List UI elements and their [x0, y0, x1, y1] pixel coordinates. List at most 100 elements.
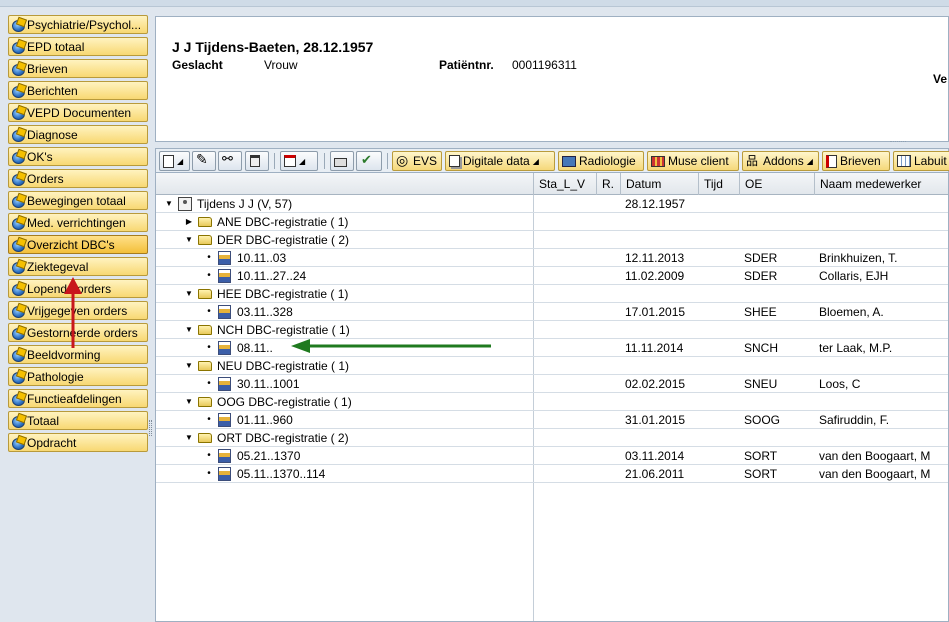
column-header-tijd[interactable]: Tijd [698, 173, 739, 195]
header-right-truncated-text: Ve [933, 72, 948, 86]
collapse-caret-icon[interactable]: ▼ [164, 195, 174, 213]
collapse-caret-icon[interactable]: ▼ [184, 357, 194, 375]
nav-item-functieafdelingen[interactable]: Functieafdelingen [8, 389, 148, 408]
nav-item-ziektegeval[interactable]: Ziektegeval [8, 257, 148, 276]
collapse-caret-icon[interactable]: ▼ [184, 285, 194, 303]
tree-row[interactable]: ▼ NCH DBC-registratie ( 1) [156, 321, 948, 339]
cell-oe: SDER [744, 251, 778, 265]
patient-number-value: 0001196311 [512, 58, 577, 72]
nav-item-label: Overzicht DBC's [27, 237, 115, 252]
print-button[interactable] [330, 151, 354, 171]
leaf-bullet-icon: • [207, 270, 211, 281]
globe-icon [11, 194, 26, 208]
tree-row[interactable]: ▼ ORT DBC-registratie ( 2) [156, 429, 948, 447]
nav-item-totaal[interactable]: Totaal [8, 411, 148, 430]
nav-splitter-handle[interactable] [149, 420, 152, 436]
check-button[interactable] [356, 151, 382, 171]
tree-node-label: DER DBC-registratie ( 2) [217, 233, 350, 247]
nav-item-label: Totaal [27, 413, 60, 428]
tree-node-label: HEE DBC-registratie ( 1) [217, 287, 349, 301]
muse-client-button[interactable]: Muse client [647, 151, 739, 171]
radiologie-label: Radiologie [579, 154, 636, 168]
nav-item-bewegingen-totaal[interactable]: Bewegingen totaal [8, 191, 148, 210]
column-header-r[interactable]: R. [596, 173, 620, 195]
collapse-caret-icon[interactable]: ▼ [184, 321, 194, 339]
collapse-caret-icon[interactable]: ▼ [184, 429, 194, 447]
document-icon [163, 154, 174, 168]
nav-item-brieven[interactable]: Brieven [8, 59, 148, 78]
column-header-sta-l-v[interactable]: Sta_L_V [533, 173, 596, 195]
nav-item-label: Gestorneerde orders [27, 325, 138, 340]
nav-item-ok-s[interactable]: OK's [8, 147, 148, 166]
folder-open-icon [198, 235, 212, 245]
nav-item-orders[interactable]: Orders [8, 169, 148, 188]
nav-item-beeldvorming[interactable]: Beeldvorming [8, 345, 148, 364]
nav-item-psychiatrie-psychol[interactable]: Psychiatrie/Psychol... [8, 15, 148, 34]
radiologie-button[interactable]: Radiologie [558, 151, 644, 171]
expand-caret-icon[interactable]: ▶ [184, 213, 194, 231]
delete-button[interactable] [245, 151, 269, 171]
labuit-button[interactable]: Labuit [893, 151, 949, 171]
folder-icon [198, 217, 212, 227]
tree-node-label: OOG DBC-registratie ( 1) [217, 395, 352, 409]
tree-row[interactable]: ▼ Tijdens J J (V, 57) 28.12.1957 [156, 195, 948, 213]
new-document-button[interactable]: ◢ [159, 151, 190, 171]
patient-header: J J Tijdens-Baeten, 28.12.1957 Geslacht … [155, 16, 949, 142]
tree-row[interactable]: ▼ NEU DBC-registratie ( 1) [156, 357, 948, 375]
nav-item-vepd-documenten[interactable]: VEPD Documenten [8, 103, 148, 122]
cell-naam-medewerker: Loos, C [819, 377, 861, 391]
tree-row[interactable]: ▼ OOG DBC-registratie ( 1) [156, 393, 948, 411]
tree-row[interactable]: ▼ DER DBC-registratie ( 2) [156, 231, 948, 249]
column-header-naam-medewerker[interactable]: Naam medewerker [814, 173, 948, 195]
patient-name: J J Tijdens-Baeten, 28.12.1957 [172, 39, 374, 55]
nav-item-overzicht-dbc-s[interactable]: Overzicht DBC's [8, 235, 148, 254]
grid-header: Sta_L_V R. Datum Tijd OE Naam medewerker [156, 173, 948, 195]
nav-item-opdracht[interactable]: Opdracht [8, 433, 148, 452]
dbc-tree-grid: Sta_L_V R. Datum Tijd OE Naam medewerker… [155, 172, 949, 622]
tree-row[interactable]: • 01.11..960 31.01.2015 SOOG Safiruddin, F. [156, 411, 948, 429]
brieven-button[interactable]: Brieven [822, 151, 890, 171]
nav-item-gestorneerde-orders[interactable]: Gestorneerde orders [8, 323, 148, 342]
calendar-button[interactable]: ◢ [280, 151, 318, 171]
tree-row[interactable]: • 10.11..27..24 11.02.2009 SDER Collaris, EJ… [156, 267, 948, 285]
monitor-icon [562, 155, 576, 167]
collapse-caret-icon[interactable]: ▼ [184, 231, 194, 249]
column-header-datum[interactable]: Datum [620, 173, 698, 195]
nav-item-label: Opdracht [27, 435, 77, 450]
nav-item-vrijgegeven-orders[interactable]: Vrijgegeven orders [8, 301, 148, 320]
tree-row[interactable]: • 05.11..1370..114 21.06.2011 SORT van den B… [156, 465, 948, 483]
nav-item-epd-totaal[interactable]: EPD totaal [8, 37, 148, 56]
cell-oe: SNCH [744, 341, 779, 355]
trash-icon [250, 155, 260, 167]
tree-row[interactable]: ▼ HEE DBC-registratie ( 1) [156, 285, 948, 303]
column-header-oe[interactable]: OE [739, 173, 814, 195]
nav-item-diagnose[interactable]: Diagnose [8, 125, 148, 144]
tree-row[interactable]: ▶ ANE DBC-registratie ( 1) [156, 213, 948, 231]
view-button[interactable] [218, 151, 242, 171]
nav-item-label: OK's [27, 149, 53, 164]
tree-row[interactable]: • 30.11..1001 02.02.2015 SNEU Loos, C [156, 375, 948, 393]
tree-row[interactable]: • 10.11..03 12.11.2013 SDER Brinkhuizen, T. [156, 249, 948, 267]
evs-button[interactable]: EVS [392, 151, 442, 171]
nav-item-berichten[interactable]: Berichten [8, 81, 148, 100]
nav-item-med-verrichtingen[interactable]: Med. verrichtingen [8, 213, 148, 232]
header-resize-grip[interactable] [890, 141, 906, 144]
collapse-caret-icon[interactable]: ▼ [184, 393, 194, 411]
nav-item-lopende-orders[interactable]: Lopende orders [8, 279, 148, 298]
digitale-data-button[interactable]: Digitale data ◢ [445, 151, 555, 171]
tree-node-label: ANE DBC-registratie ( 1) [217, 215, 349, 229]
ecg-icon [651, 155, 665, 167]
folder-open-icon [198, 289, 212, 299]
tree-row[interactable]: • 08.11.. 11.11.2014 SNCH ter Laak, M.P. [156, 339, 948, 357]
tree-row[interactable]: • 03.11..328 17.01.2015 SHEE Bloemen, A. [156, 303, 948, 321]
folder-open-icon [198, 433, 212, 443]
cell-oe: SORT [744, 467, 778, 481]
patient-number-label: Patiëntnr. [439, 58, 494, 72]
nav-item-pathologie[interactable]: Pathologie [8, 367, 148, 386]
nav-item-label: Bewegingen totaal [27, 193, 126, 208]
globe-icon [11, 370, 26, 384]
addons-button[interactable]: Addons◢ [742, 151, 819, 171]
edit-button[interactable] [192, 151, 216, 171]
lab-results-icon [897, 155, 911, 167]
tree-row[interactable]: • 05.21..1370 03.11.2014 SORT van den Boogaa… [156, 447, 948, 465]
